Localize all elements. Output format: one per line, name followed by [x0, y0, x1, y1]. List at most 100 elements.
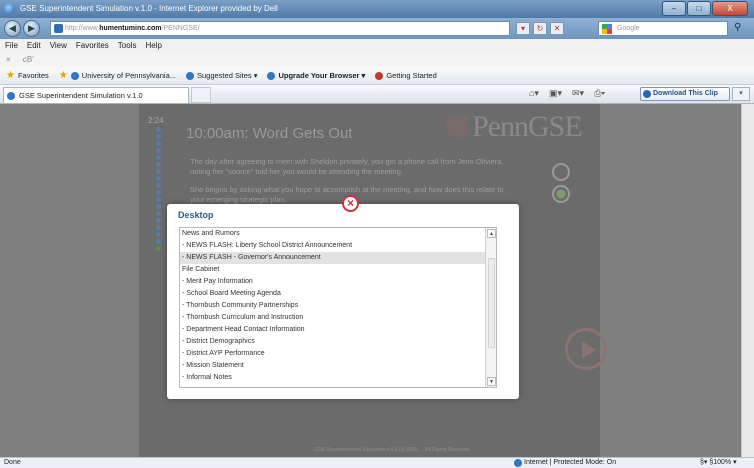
next-circle-icon[interactable]: [552, 185, 570, 203]
list-item[interactable]: - Mission Statement: [180, 360, 496, 372]
mail-icon[interactable]: ✉▾: [572, 88, 584, 99]
progress-dot: [156, 183, 161, 188]
progress-dot: [156, 148, 161, 153]
window-title-bar: GSE Superintendent Simulation v.1.0 - In…: [0, 0, 754, 18]
forward-button[interactable]: ▶: [23, 20, 40, 37]
menu-favorites[interactable]: Favorites: [76, 39, 109, 53]
scroll-thumb[interactable]: [488, 258, 495, 348]
download-options-button[interactable]: ▾: [732, 87, 750, 101]
scroll-up-arrow[interactable]: ▲: [487, 229, 496, 238]
dialog-title: Desktop: [178, 210, 214, 220]
list-item[interactable]: - Informal Notes: [180, 372, 496, 384]
progress-dot: [156, 225, 161, 230]
list-item[interactable]: - District Demographics: [180, 336, 496, 348]
progress-dot: [156, 190, 161, 195]
command-bar: ⌂▾ ▣▾ ✉▾ ⎙▾: [529, 88, 605, 99]
menu-tools[interactable]: Tools: [118, 39, 137, 53]
favorites-button[interactable]: ★ Favorites: [6, 70, 49, 81]
links-close-icon[interactable]: ×: [6, 55, 11, 64]
links-bar-label: cB': [22, 55, 34, 64]
search-placeholder: Google: [617, 25, 640, 32]
compatibility-icon[interactable]: ▾: [516, 22, 530, 35]
list-item[interactable]: - School Board Meeting Agenda: [180, 288, 496, 300]
zoom-level[interactable]: §▾ §100% ▾: [700, 458, 737, 468]
url-host: humentuminc.com: [99, 25, 162, 32]
close-button[interactable]: X: [712, 1, 748, 16]
desktop-list: News and Rumors - NEWS FLASH: Liberty Sch…: [179, 227, 497, 388]
page-icon: [54, 24, 63, 33]
minimize-button[interactable]: –: [662, 1, 686, 16]
list-item[interactable]: - NEWS FLASH - Governor's Announcement: [180, 252, 496, 264]
print-icon[interactable]: ⎙▾: [594, 88, 605, 99]
list-item[interactable]: - NEWS FLASH: Liberty School District An…: [180, 240, 496, 252]
favorites-label: Favorites: [17, 71, 49, 80]
favorite-upgrade-browser[interactable]: Upgrade Your Browser ▾: [267, 71, 365, 80]
penn-shield-icon: [446, 116, 468, 138]
refresh-icon[interactable]: ↻: [533, 22, 547, 35]
stop-icon[interactable]: ✕: [550, 22, 564, 35]
progress-dot: [156, 232, 161, 237]
back-button[interactable]: ◀: [4, 20, 21, 37]
favorites-star-icon: ★: [6, 70, 15, 81]
list-item[interactable]: - District AYP Performance: [180, 348, 496, 360]
download-icon: [643, 90, 651, 98]
option-circle-icon[interactable]: [552, 163, 570, 181]
list-item[interactable]: News and Rumors: [180, 228, 496, 240]
progress-dot: [156, 239, 161, 244]
url-field[interactable]: http://www.humentuminc.com/PENNGSE/: [50, 21, 510, 36]
status-bar: Done Internet | Protected Mode: On §▾ §1…: [0, 457, 754, 468]
page-scrollbar[interactable]: [741, 104, 754, 457]
dialog-close-icon[interactable]: ×: [342, 195, 359, 212]
window-title: GSE Superintendent Simulation v.1.0 - In…: [20, 4, 278, 13]
progress-dot: [156, 218, 161, 223]
progress-dot: [156, 155, 161, 160]
menu-view[interactable]: View: [50, 39, 67, 53]
list-scrollbar[interactable]: ▲ ▼: [485, 228, 496, 387]
maximize-button[interactable]: □: [687, 1, 711, 16]
favorite-getting-started[interactable]: Getting Started: [375, 71, 437, 80]
list-item[interactable]: - Thornbush Curriculum and Instruction: [180, 312, 496, 324]
ie-page-icon: [70, 71, 79, 80]
progress-dot: [156, 134, 161, 139]
new-tab-button[interactable]: [191, 87, 211, 103]
progress-dot: [156, 162, 161, 167]
download-clip-label: Download This Clip: [653, 90, 718, 97]
menu-file[interactable]: File: [5, 39, 18, 53]
upgrade-browser-icon: [267, 71, 276, 80]
tab-title: GSE Superintendent Simulation v.1.0: [19, 91, 143, 100]
feeds-icon[interactable]: ▣▾: [549, 88, 562, 99]
progress-dot: [156, 211, 161, 216]
search-icon[interactable]: ⚲: [734, 22, 741, 33]
favorite-upenn[interactable]: ★ University of Pennsylvania...: [59, 70, 176, 81]
tab-gse-simulation[interactable]: GSE Superintendent Simulation v.1.0: [3, 87, 189, 103]
download-clip-button[interactable]: Download This Clip: [640, 87, 730, 101]
links-bar: × cB': [0, 53, 754, 67]
progress-dot: [156, 176, 161, 181]
home-icon[interactable]: ⌂▾: [529, 88, 539, 99]
menu-edit[interactable]: Edit: [27, 39, 41, 53]
progress-indicator: [156, 127, 161, 251]
google-icon: [602, 24, 612, 34]
play-icon[interactable]: [565, 328, 607, 370]
list-item[interactable]: - Thornbush Community Partnerships: [180, 300, 496, 312]
scenario-paragraph-1: The day after agreeing to meet with Shel…: [190, 157, 504, 176]
favorite-suggested-sites[interactable]: Suggested Sites ▾: [186, 71, 257, 80]
list-item[interactable]: - Department Head Contact Information: [180, 324, 496, 336]
list-item[interactable]: File Cabinet: [180, 264, 496, 276]
status-text: Done: [4, 459, 21, 466]
list-item[interactable]: - Merit Pay Information: [180, 276, 496, 288]
favorites-bar: ★ Favorites ★ University of Pennsylvania…: [0, 67, 754, 85]
menu-help[interactable]: Help: [145, 39, 161, 53]
url-path: /PENNGSE/: [161, 25, 200, 32]
progress-dot: [156, 141, 161, 146]
address-tools: ▾ ↻ ✕: [516, 22, 564, 35]
progress-dot: [156, 169, 161, 174]
security-zone[interactable]: Internet | Protected Mode: On: [514, 458, 616, 468]
favorite-getting-started-label: Getting Started: [386, 71, 437, 80]
favorite-upenn-label: University of Pennsylvania...: [81, 71, 176, 80]
scroll-down-arrow[interactable]: ▼: [487, 377, 496, 386]
window-controls: – □ X: [662, 1, 748, 16]
search-input[interactable]: Google: [598, 21, 728, 36]
address-bar: ◀ ▶ http://www.humentuminc.com/PENNGSE/ …: [0, 18, 754, 39]
progress-dot: [156, 246, 161, 251]
